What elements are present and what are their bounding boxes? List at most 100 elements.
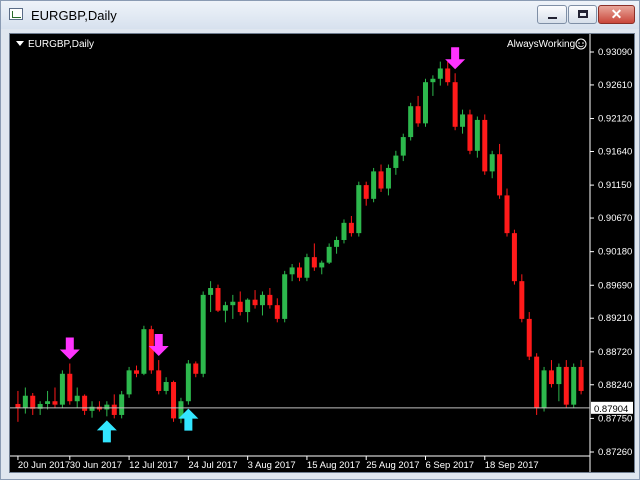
candle-body — [385, 167, 391, 189]
candle-body — [371, 171, 377, 199]
maximize-button[interactable] — [568, 5, 597, 24]
close-button[interactable]: ✕ — [598, 5, 635, 24]
candle-body — [319, 262, 325, 268]
candle — [119, 390, 125, 419]
close-icon: ✕ — [610, 6, 623, 22]
candle-body — [437, 68, 443, 79]
candle — [356, 181, 362, 237]
candle-body — [104, 404, 110, 410]
candle-body — [230, 301, 236, 306]
candle-body — [408, 106, 414, 138]
price-tick-label: 0.88240 — [598, 380, 632, 391]
maximize-icon — [578, 10, 588, 18]
candle-body — [193, 363, 199, 374]
candle — [215, 284, 221, 313]
price-tick-label: 0.87750 — [598, 413, 632, 424]
candle — [408, 102, 414, 141]
candle — [526, 312, 532, 361]
candle — [371, 167, 377, 203]
time-tick-label: 24 Jul 2017 — [188, 460, 237, 471]
price-tick-label: 0.90180 — [598, 247, 632, 258]
candle-body — [452, 82, 458, 127]
price-tick-label: 0.91150 — [598, 180, 632, 191]
candle — [341, 219, 347, 244]
candle-body — [430, 78, 436, 83]
candle-body — [548, 370, 554, 385]
candle-body — [556, 366, 562, 385]
price-tick-label: 0.93090 — [598, 47, 632, 58]
minimize-button[interactable] — [537, 5, 567, 24]
candle-body — [497, 154, 503, 196]
candle-body — [445, 68, 451, 83]
candle-body — [400, 137, 406, 156]
candle-body — [133, 370, 139, 374]
candle-body — [259, 294, 265, 306]
time-tick-label: 30 Jun 2017 — [70, 460, 122, 471]
candle — [185, 360, 191, 405]
candle-body — [30, 395, 36, 409]
candle-body — [422, 82, 428, 124]
price-chart[interactable]: 0.93090 0.92610 0.92120 0.91640 0.91150 0.906… — [10, 34, 634, 472]
candle-body — [571, 366, 577, 405]
time-tick-label: 15 Aug 2017 — [307, 460, 360, 471]
candle-body — [474, 119, 480, 151]
candle-body — [74, 395, 80, 402]
candle-body — [185, 363, 191, 402]
candle — [200, 291, 206, 378]
time-tick-label: 12 Jul 2017 — [129, 460, 178, 471]
candle-body — [111, 404, 117, 415]
candle — [282, 270, 288, 323]
candle-body — [156, 370, 162, 391]
candle-body — [267, 294, 273, 306]
candle-body — [460, 114, 466, 127]
candle-body — [171, 382, 177, 419]
chart-background — [10, 34, 634, 472]
candle — [563, 360, 569, 409]
candle-body — [22, 395, 28, 409]
candle — [422, 78, 428, 127]
candle — [534, 353, 540, 415]
candle-body — [356, 185, 362, 234]
candle-body — [541, 370, 547, 409]
chart-area[interactable]: 0.93090 0.92610 0.92120 0.91640 0.91150 0.906… — [9, 33, 635, 473]
expert-label: AlwaysWorking — [507, 39, 575, 50]
candle-body — [563, 366, 569, 405]
current-price-tag: 0.87904 — [591, 401, 633, 415]
window-title: EURGBP,Daily — [31, 8, 117, 23]
candle-body — [341, 222, 347, 240]
chart-app-icon — [9, 8, 23, 20]
candle-body — [222, 305, 228, 311]
time-tick-label: 25 Aug 2017 — [366, 460, 419, 471]
candle-body — [378, 171, 384, 189]
candle-body — [200, 294, 206, 374]
price-tick-label: 0.92120 — [598, 114, 632, 125]
candle — [504, 188, 510, 237]
smiley-eye — [578, 42, 580, 44]
chart-window: EURGBP,Daily ✕ 0.93090 0.92610 0.92120 0.91… — [0, 0, 640, 480]
candle-body — [67, 373, 73, 402]
smiley-eye — [582, 42, 584, 44]
candle — [511, 229, 517, 285]
title-bar[interactable]: EURGBP,Daily ✕ — [1, 1, 639, 29]
candle-body — [282, 274, 288, 319]
candle-body — [82, 395, 88, 411]
candle-body — [519, 281, 525, 319]
candle-body — [141, 329, 147, 374]
candle-body — [393, 155, 399, 168]
candle-body — [52, 401, 58, 405]
candle — [541, 366, 547, 412]
candle-body — [504, 195, 510, 234]
candle-body — [534, 356, 540, 409]
candle-body — [245, 299, 251, 313]
time-tick-label: 6 Sep 2017 — [425, 460, 474, 471]
candle — [59, 370, 65, 409]
candle-body — [215, 288, 221, 311]
price-tick-label: 0.87260 — [598, 447, 632, 458]
candle-body — [311, 257, 317, 268]
candle — [571, 363, 577, 409]
candle — [519, 274, 525, 323]
candle — [304, 253, 310, 282]
candle-body — [274, 305, 280, 319]
price-tick-label: 0.92610 — [598, 80, 632, 91]
candle-body — [326, 246, 332, 263]
